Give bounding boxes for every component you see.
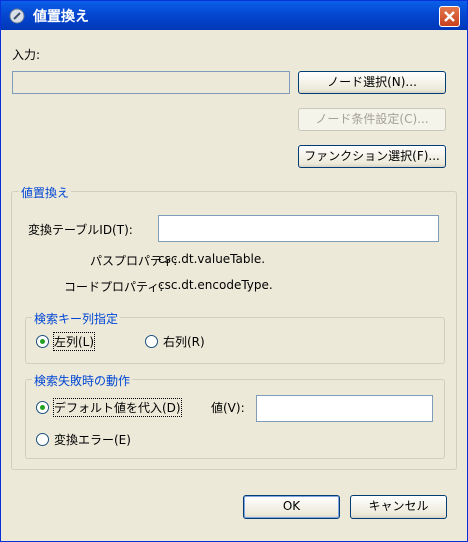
dialog-window: 値置換え 入力: ノード選択(N)... ノード条件設定(C)... ファンクシ… (0, 0, 468, 542)
table-id-label: 変換テーブルID(T): (28, 223, 133, 237)
node-select-button[interactable]: ノード選択(N)... (298, 71, 446, 94)
title-bar[interactable]: 値置換え (1, 1, 467, 30)
left-column-label[interactable]: 左列(L) (52, 332, 96, 351)
input-label: 入力: (12, 48, 41, 62)
left-column-radio[interactable] (36, 335, 49, 348)
input-field (12, 71, 290, 94)
window-title: 値置換え (33, 9, 89, 25)
right-column-label[interactable]: 右列(R) (163, 333, 205, 350)
function-select-button[interactable]: ファンクション選択(F)... (298, 145, 446, 168)
app-icon (9, 8, 25, 24)
default-value-label[interactable]: デフォルト値を代入(D) (53, 398, 182, 417)
key-column-group-title: 検索キー列指定 (32, 310, 121, 327)
code-property-value: csc.dt.encodeType. (158, 278, 273, 292)
value-label: 値(V): (211, 401, 245, 415)
default-value-field[interactable] (256, 395, 433, 422)
ok-button[interactable]: OK (243, 495, 340, 519)
path-property-value: csc.dt.valueTable. (158, 252, 266, 266)
failure-action-group-title: 検索失敗時の動作 (32, 372, 133, 389)
convert-error-label[interactable]: 変換エラー(E) (54, 431, 131, 448)
table-id-field[interactable] (158, 215, 439, 242)
close-button[interactable] (439, 6, 460, 27)
convert-error-radio[interactable] (36, 433, 49, 446)
right-column-radio[interactable] (145, 335, 158, 348)
default-value-radio[interactable] (36, 401, 49, 414)
close-icon (444, 11, 455, 22)
cancel-button[interactable]: キャンセル (350, 495, 447, 519)
node-condition-button[interactable]: ノード条件設定(C)... (298, 108, 446, 131)
code-property-label: コードプロパティ: (64, 280, 164, 294)
replace-group-title: 値置換え (19, 184, 72, 201)
